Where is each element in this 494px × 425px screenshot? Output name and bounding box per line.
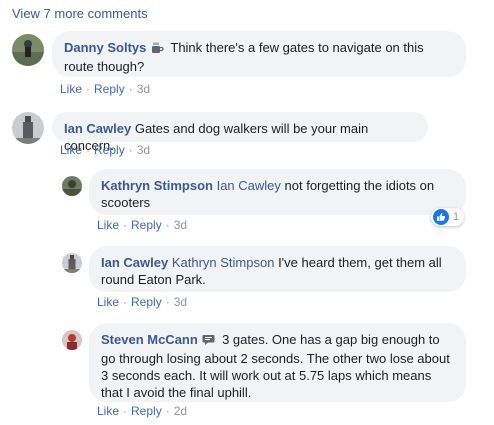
comment-actions: Like · Reply · 3d [60,143,151,157]
comment-bubble: Ian Cawley Gates and dog walkers will be… [52,112,428,153]
reaction-count: 1 [453,211,460,223]
coffee-icon [151,41,164,58]
reply-bubble: Kathryn Stimpson Ian Cawley not forgetti… [89,169,466,215]
avatar-kathryn-stimpson[interactable] [62,176,82,196]
like-button[interactable]: Like [97,218,119,232]
reply-author[interactable]: Kathryn Stimpson [101,178,213,193]
like-button[interactable]: Like [97,404,119,418]
reply-button[interactable]: Reply [131,295,162,309]
timestamp[interactable]: 2d [174,404,187,418]
mention-link[interactable]: Ian Cawley [217,178,281,193]
reply-actions: Like · Reply · 3d [97,295,188,309]
reply-actions: Like · Reply · 3d [97,218,188,232]
comment-author[interactable]: Danny Soltys [64,40,146,55]
avatar-steven-mccann[interactable] [62,330,82,350]
reply-button[interactable]: Reply [94,82,125,96]
comment-actions: Like · Reply · 3d [60,82,151,96]
like-button[interactable]: Like [60,143,82,157]
reply-bubble: Ian Cawley Kathryn Stimpson I've heard t… [89,246,466,292]
reply-author[interactable]: Ian Cawley [101,255,168,270]
timestamp[interactable]: 3d [174,295,187,309]
reply-button[interactable]: Reply [131,218,162,232]
speech-bubble-icon [202,333,215,350]
like-button[interactable]: Like [60,82,82,96]
reply-bubble: Steven McCann 3 gates. One has a gap big… [89,323,466,402]
timestamp[interactable]: 3d [137,143,150,157]
avatar-danny-soltys[interactable] [12,34,44,66]
comment-bubble: Danny Soltys Think there's a few gates t… [52,31,466,77]
mention-link[interactable]: Kathryn Stimpson [172,255,275,270]
reply-button[interactable]: Reply [131,404,162,418]
avatar-ian-cawley[interactable] [62,253,82,273]
timestamp[interactable]: 3d [174,218,187,232]
timestamp[interactable]: 3d [137,82,150,96]
reply-actions: Like · Reply · 2d [97,404,188,418]
reaction-summary[interactable]: 1 [431,208,465,226]
reply-button[interactable]: Reply [94,143,125,157]
thumbs-up-icon [433,209,449,225]
like-button[interactable]: Like [97,295,119,309]
view-more-comments-link[interactable]: View 7 more comments [12,6,148,21]
avatar-ian-cawley[interactable] [12,112,44,144]
comment-author[interactable]: Ian Cawley [64,121,131,136]
reply-author[interactable]: Steven McCann [101,332,198,347]
